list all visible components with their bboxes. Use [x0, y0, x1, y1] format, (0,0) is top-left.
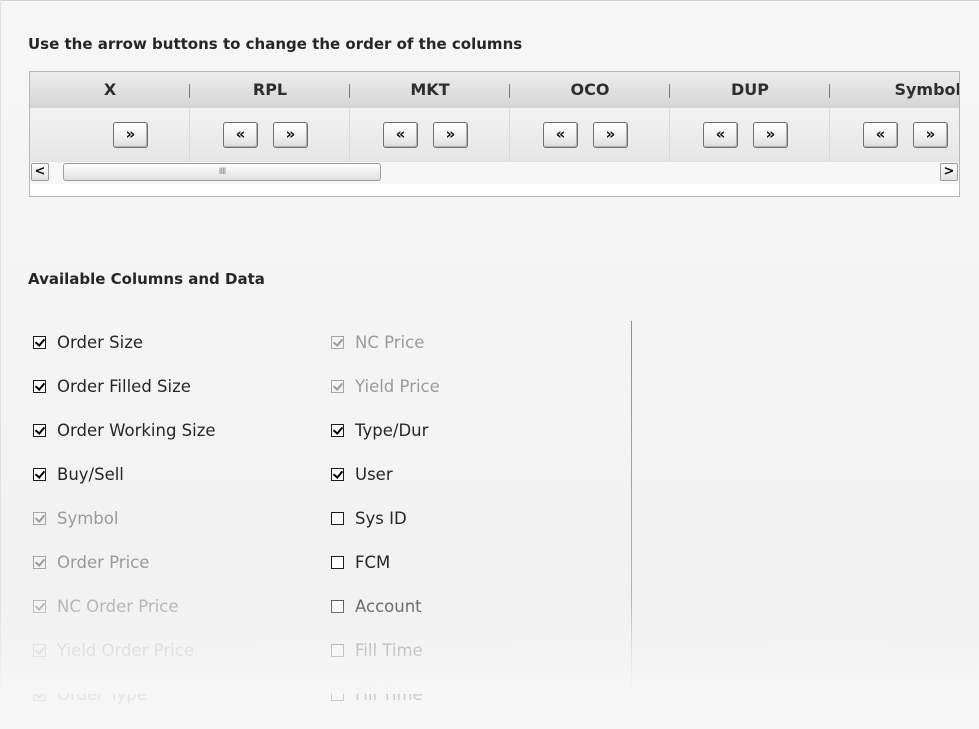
column-header-x: X [103, 80, 117, 99]
checkbox-label: FCM [355, 553, 391, 572]
checked-checkbox-icon[interactable] [331, 468, 344, 481]
checkbox-label: User [355, 465, 393, 484]
checkbox-label: Order Working Size [57, 421, 216, 440]
checkbox-item-fill-time[interactable]: Fill Time [331, 685, 440, 729]
checkbox-item-account[interactable]: Account [331, 597, 440, 641]
move-mkt-left-button[interactable]: « [383, 122, 418, 148]
checkbox-label: Order Price [57, 553, 150, 572]
move-oco-right-button[interactable]: » [593, 122, 628, 148]
checkbox-item-buy-sell[interactable]: Buy/Sell [33, 465, 216, 509]
checkbox-item-order-price: Order Price [33, 553, 216, 597]
column-divider [829, 108, 830, 161]
available-columns-right-list: NC Price Yield Price Type/Dur User Sys ID FCM… [331, 333, 440, 729]
column-divider [189, 108, 190, 161]
checked-checkbox-icon [33, 556, 46, 569]
unchecked-checkbox-icon[interactable] [331, 600, 344, 613]
checked-checkbox-icon[interactable] [33, 468, 46, 481]
scroll-grip-icon: IIII [218, 167, 227, 177]
move-oco-left-button[interactable]: « [543, 122, 578, 148]
checkbox-label: Account [355, 597, 422, 616]
unchecked-checkbox-icon[interactable] [331, 688, 344, 701]
checkbox-label: NC Price [355, 333, 425, 352]
scroll-thumb[interactable]: IIII [63, 163, 381, 181]
checkbox-label: Order Type [57, 685, 148, 704]
checkbox-item-fcm[interactable]: FCM [331, 553, 440, 597]
move-mkt-right-button[interactable]: » [433, 122, 468, 148]
move-dup-right-button[interactable]: » [753, 122, 788, 148]
column-header-mkt: MKT [410, 80, 450, 99]
checkbox-item-fill-time[interactable]: Fill Time [331, 641, 440, 685]
list-divider [631, 321, 632, 694]
column-divider [349, 108, 350, 161]
column-button-row [30, 108, 959, 161]
move-dup-left-button[interactable]: « [703, 122, 738, 148]
checkbox-label: Type/Dur [355, 421, 429, 440]
scroll-right-icon[interactable]: > [940, 163, 958, 181]
available-columns-heading: Available Columns and Data [28, 270, 265, 288]
unchecked-checkbox-icon[interactable] [331, 512, 344, 525]
checked-checkbox-icon [33, 688, 46, 701]
column-order-strip: X RPL MKT OCO DUP Symbol » « » « » « » «… [29, 71, 960, 197]
checkbox-item-symbol: Symbol [33, 509, 216, 553]
checkbox-item-nc-order-price: NC Order Price [33, 597, 216, 641]
move-rpl-right-button[interactable]: » [273, 122, 308, 148]
checkbox-item-order-size[interactable]: Order Size [33, 333, 216, 377]
scroll-left-icon[interactable]: < [31, 163, 49, 181]
checkbox-item-yield-price: Yield Price [331, 377, 440, 421]
checked-checkbox-icon[interactable] [33, 336, 46, 349]
checkbox-item-order-filled-size[interactable]: Order Filled Size [33, 377, 216, 421]
move-rpl-left-button[interactable]: « [223, 122, 258, 148]
column-header-symbol: Symbol [894, 80, 960, 99]
column-divider [509, 108, 510, 161]
checkbox-label: Sys ID [355, 509, 407, 528]
checkbox-label: Yield Price [355, 377, 440, 396]
available-columns-left-list: Order Size Order Filled Size Order Working… [33, 333, 216, 729]
checkbox-item-sys-id[interactable]: Sys ID [331, 509, 440, 553]
checkbox-label: Fill Time [355, 685, 423, 704]
checked-checkbox-icon[interactable] [33, 380, 46, 393]
move-symbol-left-button[interactable]: « [863, 122, 898, 148]
checked-checkbox-icon [331, 380, 344, 393]
horizontal-scrollbar[interactable]: < IIII > [30, 161, 959, 184]
checked-checkbox-icon [33, 644, 46, 657]
checkbox-label: Order Filled Size [57, 377, 191, 396]
left-border [0, 0, 1, 694]
checked-checkbox-icon[interactable] [33, 424, 46, 437]
checkbox-label: Yield Order Price [57, 641, 194, 660]
checked-checkbox-icon [33, 600, 46, 613]
column-header-row: X RPL MKT OCO DUP Symbol [30, 72, 959, 109]
column-header-oco: OCO [570, 80, 610, 99]
checkbox-label: Buy/Sell [57, 465, 124, 484]
checkbox-item-type-dur[interactable]: Type/Dur [331, 421, 440, 465]
checked-checkbox-icon [331, 336, 344, 349]
column-order-heading: Use the arrow buttons to change the orde… [28, 35, 523, 53]
checkbox-label: NC Order Price [57, 597, 179, 616]
move-x-right-button[interactable]: » [113, 122, 148, 148]
checkbox-item-nc-price: NC Price [331, 333, 440, 377]
move-symbol-right-button[interactable]: » [913, 122, 948, 148]
column-header-dup: DUP [731, 80, 769, 99]
checkbox-label: Order Size [57, 333, 144, 352]
checkbox-label: Symbol [57, 509, 119, 528]
checked-checkbox-icon[interactable] [331, 424, 344, 437]
unchecked-checkbox-icon[interactable] [331, 644, 344, 657]
checked-checkbox-icon [33, 512, 46, 525]
top-border [0, 0, 979, 1]
column-header-rpl: RPL [252, 80, 288, 99]
checkbox-item-user[interactable]: User [331, 465, 440, 509]
checkbox-item-order-type: Order Type [33, 685, 216, 729]
checkbox-item-order-working-size[interactable]: Order Working Size [33, 421, 216, 465]
unchecked-checkbox-icon[interactable] [331, 556, 344, 569]
checkbox-label: Fill Time [355, 641, 423, 660]
column-divider [669, 108, 670, 161]
checkbox-item-yield-order-price: Yield Order Price [33, 641, 216, 685]
